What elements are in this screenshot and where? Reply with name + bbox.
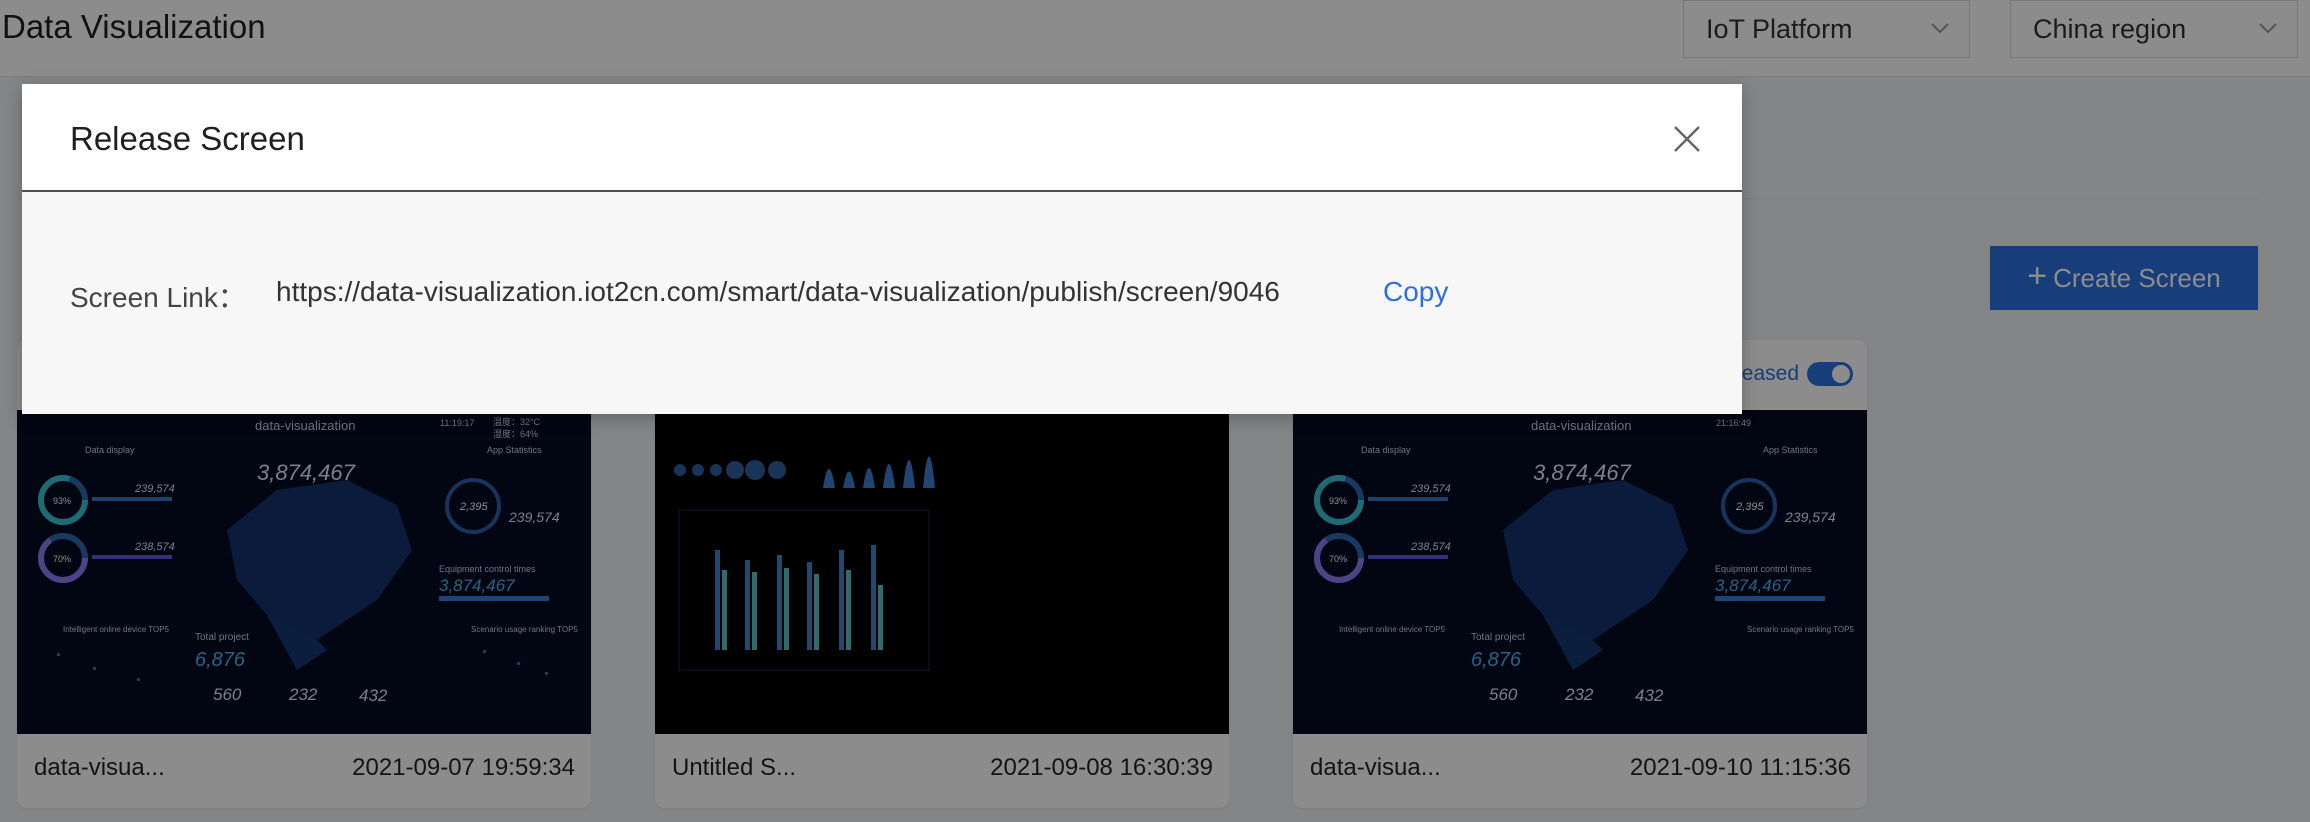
screen-link-url: https://data-visualization.iot2cn.com/sm… — [276, 276, 1280, 307]
dialog-header: Release Screen — [22, 84, 1742, 192]
screen-link-row: Screen Link： https://data-visualization.… — [70, 276, 1280, 316]
release-screen-dialog: Release Screen Screen Link： https://data… — [22, 84, 1742, 414]
dialog-title: Release Screen — [70, 120, 305, 157]
screen-link-label: Screen Link： — [70, 282, 246, 313]
close-icon[interactable] — [1670, 122, 1704, 156]
copy-link-button[interactable]: Copy — [1383, 276, 1448, 308]
